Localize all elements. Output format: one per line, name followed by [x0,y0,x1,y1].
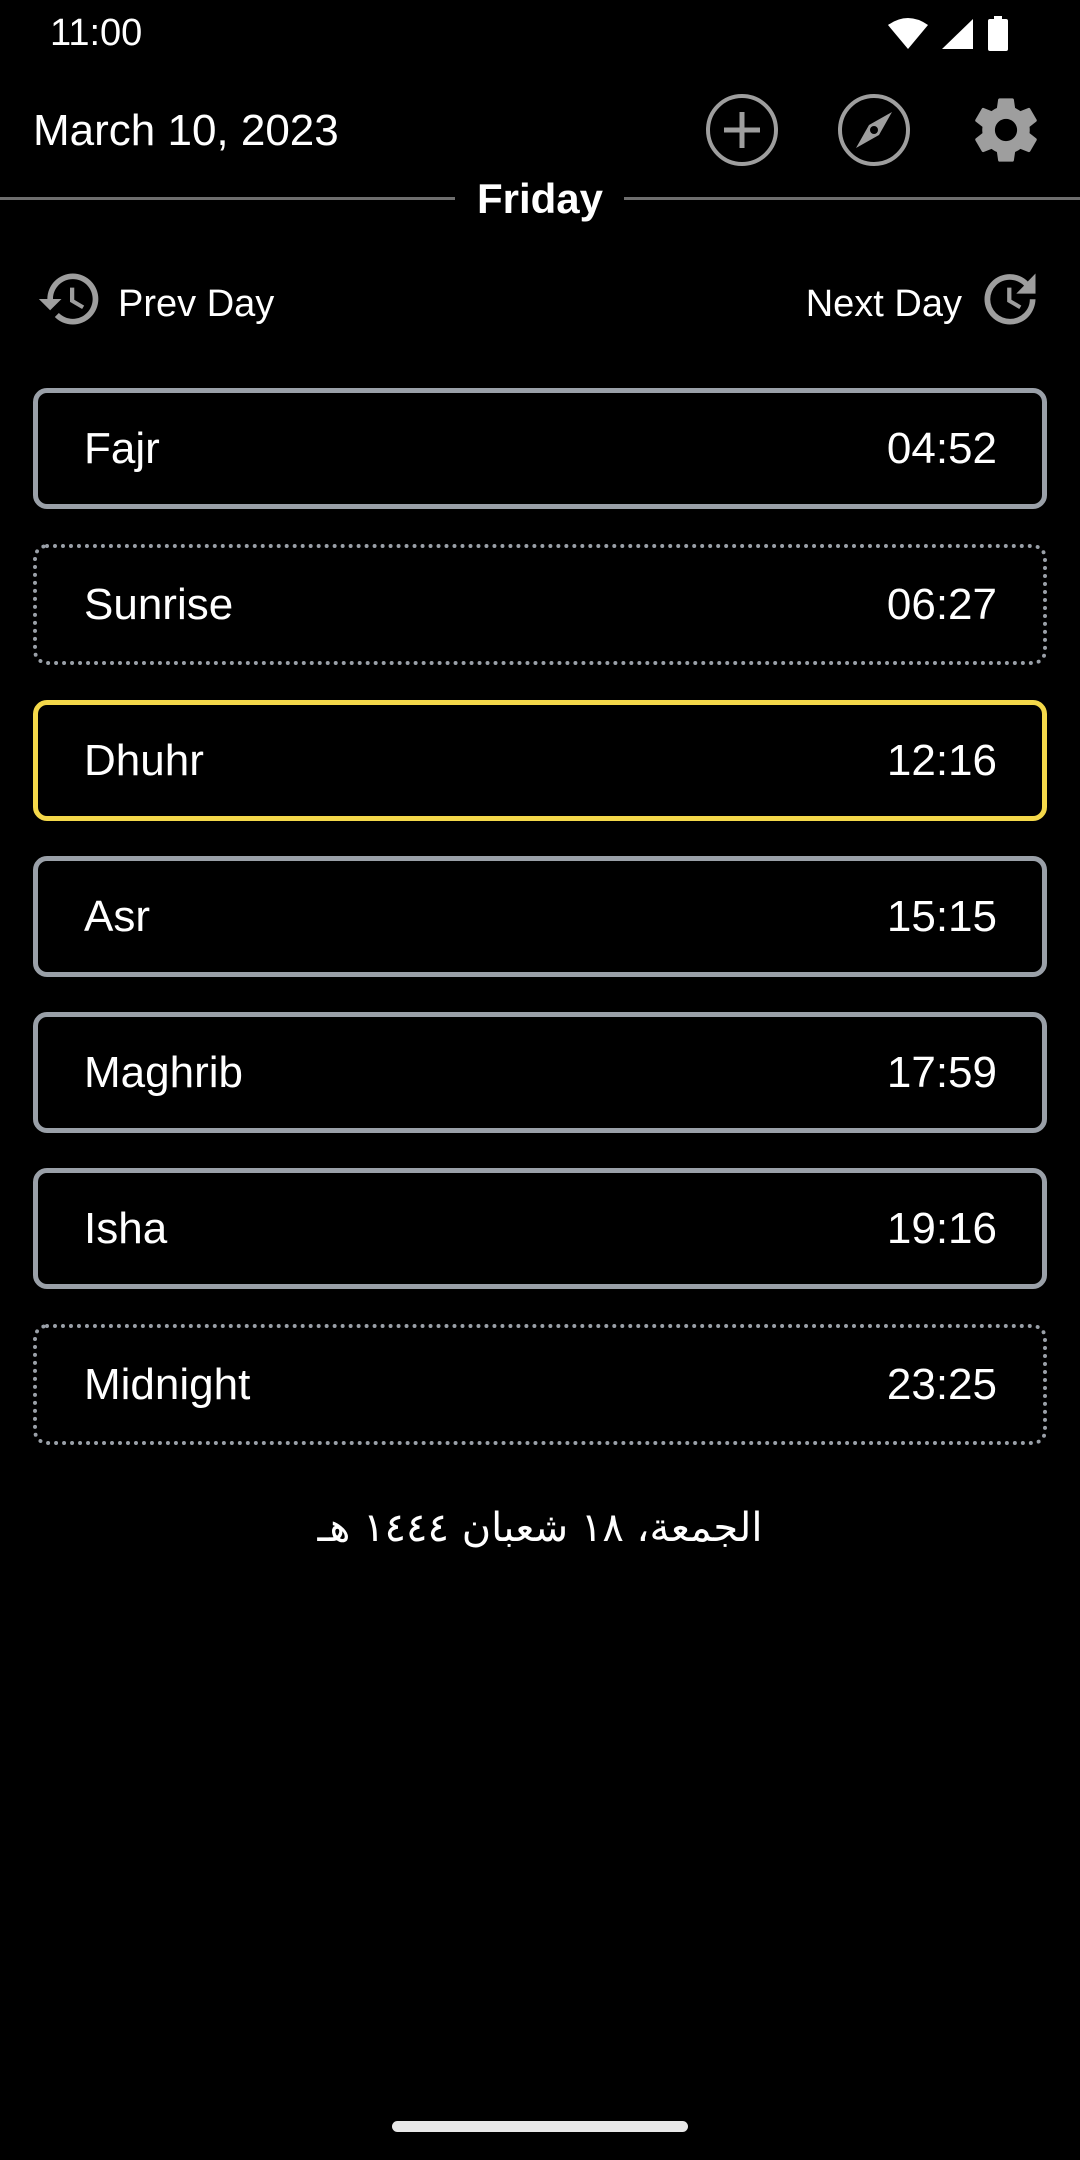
prev-day-button[interactable]: Prev Day [36,265,274,343]
qibla-compass-button[interactable] [820,90,928,174]
prayer-card-asr[interactable]: Asr 15:15 [33,856,1047,977]
prayer-time: 04:52 [886,423,997,473]
settings-button[interactable] [952,90,1060,174]
app-header: March 10, 2023 [0,90,1080,180]
prayer-card-midnight[interactable]: Midnight 23:25 [33,1324,1047,1445]
gear-icon [968,92,1044,173]
wifi-icon [886,17,930,56]
prayer-name: Fajr [84,423,160,473]
prayer-time: 17:59 [886,1047,997,1097]
add-button[interactable] [688,90,796,174]
prayer-card-isha[interactable]: Isha 19:16 [33,1168,1047,1289]
home-indicator[interactable] [392,2121,688,2132]
hijri-date: الجمعة، ١٨ شعبان ١٤٤٤ هـ [317,1505,763,1551]
prayer-name: Asr [84,891,150,941]
update-icon [976,265,1044,343]
day-divider: Friday [0,175,1080,225]
prayer-card-maghrib[interactable]: Maghrib 17:59 [33,1012,1047,1133]
prayer-time: 19:16 [886,1203,997,1253]
divider-line-right [624,197,1080,200]
prayer-name: Midnight [84,1359,251,1409]
prayer-time: 12:16 [886,735,997,785]
status-time: 11:00 [50,12,143,54]
prayer-time: 23:25 [886,1359,997,1409]
next-day-button[interactable]: Next Day [806,265,1044,343]
prev-day-label: Prev Day [118,282,275,325]
prayer-times-list: Fajr 04:52 Sunrise 06:27 Dhuhr 12:16 Asr… [33,388,1047,1480]
prayer-name: Maghrib [84,1047,243,1097]
history-icon [36,265,104,343]
plus-circle-icon [704,92,780,173]
date-title[interactable]: March 10, 2023 [33,106,339,156]
prayer-time: 15:15 [886,891,997,941]
next-day-label: Next Day [805,282,962,325]
status-icons [886,16,1010,57]
day-navigation: Prev Day Next Day [0,265,1080,335]
prayer-name: Sunrise [84,579,234,629]
status-bar: 11:00 [0,0,1080,66]
prayer-name: Dhuhr [84,735,204,785]
battery-icon [986,16,1010,57]
prayer-card-fajr[interactable]: Fajr 04:52 [33,388,1047,509]
prayer-card-sunrise[interactable]: Sunrise 06:27 [33,544,1047,665]
prayer-name: Isha [84,1203,168,1253]
prayer-time: 06:27 [886,579,997,629]
header-actions [688,90,1060,174]
prayer-card-dhuhr[interactable]: Dhuhr 12:16 [33,700,1047,821]
compass-icon [836,92,912,173]
cellular-signal-icon [940,17,976,56]
